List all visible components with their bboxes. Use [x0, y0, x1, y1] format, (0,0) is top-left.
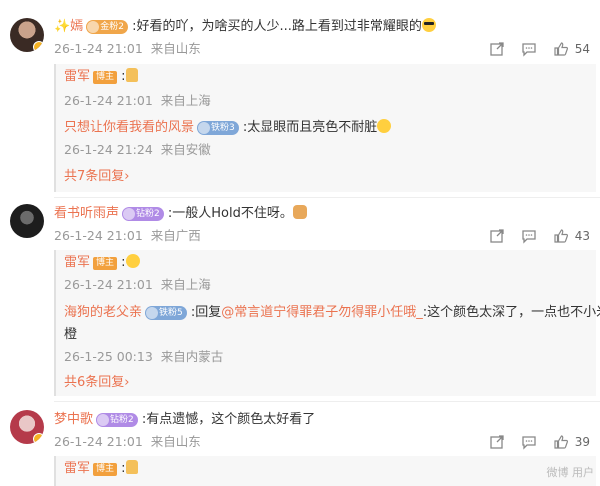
- reply-item: 雷军 博主 :: [64, 68, 138, 86]
- reply-block: 雷军 博主 : 26-1-24 21:01 来自上海 只想让你看我看的风景 铁粉3 …: [54, 64, 596, 192]
- comment-date: 26-1-24 21:01: [54, 434, 143, 449]
- comment-text: :有点遗憾，这个颜色太好看了: [141, 412, 316, 427]
- comment-location: 来自山东: [150, 434, 201, 449]
- laughing-emoji-icon: [125, 254, 140, 268]
- avatar[interactable]: [10, 204, 44, 238]
- fan-badge: 铁粉5: [145, 306, 187, 320]
- fan-badge: 钻粉2: [96, 413, 138, 427]
- avatar[interactable]: [10, 410, 44, 444]
- divider: [54, 197, 600, 198]
- author-badge: 博主: [93, 71, 118, 84]
- fan-badge: 金粉2: [86, 20, 128, 34]
- thumbs-up-emoji-icon: [125, 460, 138, 474]
- author-badge: 博主: [93, 463, 118, 476]
- commenter-name[interactable]: 看书听雨声: [54, 206, 119, 221]
- comment-meta: 26-1-24 21:01 来自广西: [54, 227, 201, 245]
- reply-block: 雷军 博主 : 26-1-24 21:01 来自上海 海狗的老父亲 铁粉5 :回复@…: [54, 250, 600, 396]
- cat-emoji-icon: [292, 205, 307, 219]
- commenter-name[interactable]: 梦中歌: [54, 412, 93, 427]
- share-icon[interactable]: [489, 228, 505, 244]
- like-count: 43: [574, 229, 590, 243]
- comment-icon[interactable]: [521, 41, 537, 57]
- laughing-emoji-icon: [377, 119, 392, 133]
- reply-meta: 26-1-24 21:01 来自上海: [64, 93, 211, 108]
- cool-emoji-icon: [421, 18, 436, 32]
- comment-text: :好看的吖，为啥买的人少...路上看到过非常耀眼的: [132, 19, 422, 34]
- comment-text: :一般人Hold不住呀。: [167, 206, 293, 221]
- reply-item: 雷军 博主 :: [64, 460, 138, 478]
- comment-date: 26-1-24 21:01: [54, 41, 143, 56]
- reply-text-continued: 橙: [64, 327, 78, 342]
- reply-author[interactable]: 雷军: [64, 255, 90, 270]
- reply-item: 只想让你看我看的风景 铁粉3 :太显眼而且亮色不耐脏: [64, 119, 392, 137]
- author-badge: 博主: [93, 257, 118, 270]
- verified-icon: [33, 41, 44, 52]
- reply-item: 雷军 博主 :: [64, 254, 140, 272]
- comment-actions: 54: [489, 41, 590, 57]
- comment-header: 梦中歌 钻粉2 :有点遗憾，这个颜色太好看了: [54, 411, 315, 429]
- share-icon[interactable]: [489, 434, 505, 450]
- reply-item: 海狗的老父亲 铁粉5 :回复@常言道宁得罪君子勿得罪小任哦_:这个颜色太深了，一点…: [64, 305, 600, 320]
- comment-header: ✨嫣 金粉2 :好看的吖，为啥买的人少...路上看到过非常耀眼的: [54, 18, 436, 36]
- like-count: 54: [574, 42, 590, 56]
- reply-author[interactable]: 只想让你看我看的风景: [64, 120, 194, 135]
- thumbs-up-emoji-icon: [125, 68, 138, 82]
- comment-actions: 39: [489, 434, 590, 450]
- comment-icon[interactable]: [521, 228, 537, 244]
- like-count: 39: [574, 435, 590, 449]
- reply-meta: 26-1-24 21:01 来自上海: [64, 277, 211, 292]
- reply-author[interactable]: 海狗的老父亲: [64, 305, 142, 320]
- reply-author[interactable]: 雷军: [64, 69, 90, 84]
- comment-icon[interactable]: [521, 434, 537, 450]
- comment-meta: 26-1-24 21:01 来自山东: [54, 433, 201, 451]
- fan-badge: 铁粉3: [197, 121, 239, 135]
- watermark: 微博 用户: [546, 466, 595, 479]
- comment-location: 来自广西: [150, 228, 201, 243]
- avatar[interactable]: [10, 18, 44, 52]
- like-icon[interactable]: [553, 228, 569, 244]
- verified-icon: [33, 433, 44, 444]
- more-replies[interactable]: 共7条回复›: [64, 168, 129, 186]
- comment-location: 来自山东: [150, 41, 201, 56]
- comment-actions: 43: [489, 228, 590, 244]
- reply-block: 雷军 博主 :: [54, 456, 596, 486]
- more-replies[interactable]: 共6条回复›: [64, 374, 129, 392]
- mention-link[interactable]: @常言道宁得罪君子勿得罪小任哦_: [221, 305, 423, 320]
- comment-header: 看书听雨声 钻粉2 :一般人Hold不住呀。: [54, 205, 307, 223]
- like-icon[interactable]: [553, 41, 569, 57]
- share-icon[interactable]: [489, 41, 505, 57]
- comment-meta: 26-1-24 21:01 来自山东: [54, 40, 201, 58]
- divider: [54, 401, 600, 402]
- reply-meta: 26-1-24 21:24 来自安徽: [64, 142, 211, 157]
- comment-date: 26-1-24 21:01: [54, 228, 143, 243]
- reply-author[interactable]: 雷军: [64, 461, 90, 476]
- chevron-right-icon: ›: [124, 169, 130, 184]
- like-icon[interactable]: [553, 434, 569, 450]
- reply-meta: 26-1-25 00:13 来自内蒙古: [64, 349, 224, 364]
- chevron-right-icon: ›: [124, 375, 130, 390]
- commenter-name[interactable]: ✨嫣: [54, 19, 83, 34]
- fan-badge: 钻粉2: [122, 207, 164, 221]
